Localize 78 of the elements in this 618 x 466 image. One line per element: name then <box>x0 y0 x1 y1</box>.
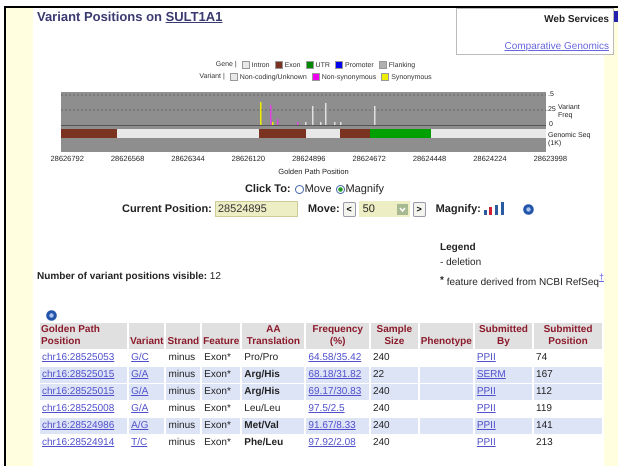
table-cell: 213 <box>536 437 553 448</box>
variant-link[interactable]: T/C <box>131 437 148 448</box>
table-cell: Exon* <box>204 420 231 431</box>
column-header: AA Translation <box>242 323 304 349</box>
variant-link[interactable]: G/C <box>131 352 149 363</box>
panel-heading: Web Services <box>543 14 609 25</box>
table-cell: Exon* <box>204 352 231 363</box>
table-cell: Pro/Pro <box>244 352 278 363</box>
table-cell: Exon* <box>204 403 231 414</box>
column-header: Strand <box>166 323 200 349</box>
field-label: Move: <box>308 203 340 215</box>
position-link[interactable]: chr16:28525008 <box>42 403 114 414</box>
table-cell: Arg/His <box>244 386 280 397</box>
step-dropdown[interactable]: 50 <box>358 201 410 217</box>
table-cell: Met/Val <box>244 420 279 431</box>
column-header: Sample Size <box>370 323 418 349</box>
click-to-label: Click To: <box>244 183 291 195</box>
submitter-link[interactable]: PPII <box>476 352 496 363</box>
column-header: Feature <box>202 323 240 349</box>
table-cell: Arg/His <box>244 369 280 380</box>
comparative-genomics-link[interactable]: Comparative Genomics <box>457 41 609 52</box>
table-cell: 112 <box>536 386 552 397</box>
radio-label[interactable]: Magnify <box>346 183 384 195</box>
frequency-link[interactable]: 97.92/2.08 <box>308 437 356 448</box>
magnify-bars-icon[interactable] <box>484 202 506 216</box>
asterisk-mark: * <box>440 275 444 286</box>
visible-count-text: Number of variant positions visible: 12 <box>37 271 221 282</box>
gene-link[interactable]: SULT1A1 <box>166 9 222 24</box>
table-cell: minus <box>168 420 196 431</box>
variant-link[interactable]: G/A <box>131 403 148 414</box>
column-header: Phenotype <box>420 323 473 349</box>
table-cell: minus <box>168 352 196 363</box>
next-button[interactable]: > <box>412 202 426 216</box>
frequency-link[interactable]: 64.58/35.42 <box>308 352 362 363</box>
footnote-link[interactable]: † <box>598 272 604 282</box>
table-cell: Phe/Leu <box>244 437 284 448</box>
submitter-link[interactable]: PPII <box>476 403 496 414</box>
position-link[interactable]: chr16:28525053 <box>42 352 114 363</box>
table-cell: minus <box>168 437 196 448</box>
column-header: Golden Path Position <box>40 323 128 349</box>
submitter-link[interactable]: PPII <box>476 437 496 448</box>
table-cell: 141 <box>536 420 553 431</box>
table-cell: minus <box>168 386 196 397</box>
help-icon[interactable] <box>522 204 534 214</box>
table-cell: 74 <box>536 352 548 363</box>
legend-text: - deletion <box>440 257 482 268</box>
help-icon[interactable] <box>46 310 57 321</box>
table-cell: 119 <box>536 403 552 414</box>
table-cell: Exon* <box>204 369 231 380</box>
table-cell: 240 <box>372 352 390 363</box>
radio-label[interactable]: Move <box>304 183 332 195</box>
table-cell: Exon* <box>204 437 231 448</box>
legend-heading: Legend <box>440 242 477 253</box>
legend-text: feature derived from NCBI RefSeq <box>446 277 599 288</box>
radio-button[interactable] <box>336 184 344 194</box>
column-header: Frequency (%) <box>306 323 369 349</box>
column-header: Submitted Position <box>534 323 602 349</box>
column-header: Submitted By <box>474 323 532 349</box>
position-field[interactable]: 28524895 <box>214 201 298 217</box>
column-header: Variant <box>129 323 164 349</box>
previous-button[interactable]: < <box>342 202 356 216</box>
radio-button[interactable] <box>294 184 304 194</box>
table-cell: Leu/Leu <box>244 403 280 414</box>
table-cell: 240 <box>372 403 390 414</box>
table-cell: Exon* <box>204 386 231 397</box>
table-cell: 240 <box>372 386 390 397</box>
table-cell: 240 <box>372 437 390 448</box>
genome-track-drawing[interactable] <box>61 92 546 152</box>
position-link[interactable]: chr16:28524914 <box>42 437 114 448</box>
field-label: Current Position: <box>122 203 212 215</box>
table-cell: 167 <box>536 369 553 380</box>
frequency-link[interactable]: 97.5/2.5 <box>308 403 345 414</box>
page-title: Variant Positions on SULT1A1 <box>37 9 222 24</box>
table-cell: minus <box>168 403 196 414</box>
table-cell: minus <box>168 369 196 380</box>
table-cell: 22 <box>372 369 384 380</box>
field-label: Magnify: <box>436 203 481 215</box>
table-cell: 240 <box>372 420 390 431</box>
